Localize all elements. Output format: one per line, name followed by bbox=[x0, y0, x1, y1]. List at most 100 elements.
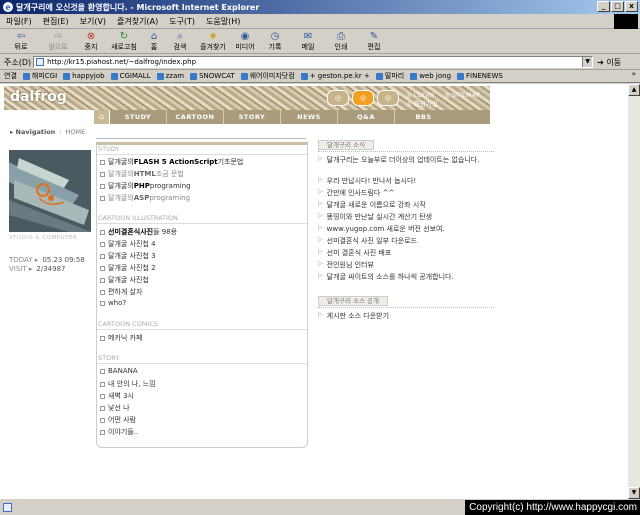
list-item[interactable]: 달개굴 사진첩 4 bbox=[100, 239, 156, 249]
link-item[interactable]: happyjob bbox=[63, 72, 105, 80]
link-item[interactable]: 딸마리 bbox=[375, 71, 404, 81]
frog-icon[interactable]: ◎ bbox=[327, 90, 349, 106]
sitemap-link[interactable]: ◎ SITEMAP bbox=[444, 91, 480, 100]
news-item[interactable]: ▷ www.yugop.com 새로운 버전 선보여. bbox=[318, 224, 494, 234]
fish-photo bbox=[9, 150, 91, 232]
history-icon: ◷ bbox=[270, 31, 280, 42]
link-item[interactable]: SNOWCAT bbox=[190, 72, 235, 80]
list-item[interactable]: 달개굴 사진첩 bbox=[100, 275, 149, 285]
join-link[interactable]: ◎ 회원가입 bbox=[406, 100, 438, 109]
login-link[interactable]: ◎ LOGIN bbox=[406, 91, 434, 100]
menu-favorites[interactable]: 즐겨찾기(A) bbox=[117, 16, 158, 27]
link-icon bbox=[22, 72, 30, 80]
link-item[interactable]: web jong bbox=[410, 72, 451, 80]
list-item[interactable]: 달개굴의 HTML 조금 문법 bbox=[100, 169, 184, 179]
news-item[interactable]: ▷ 선미 결혼식 사진 배포 bbox=[318, 248, 494, 258]
list-item[interactable]: 편하게 살자 bbox=[100, 287, 142, 297]
menu-tools[interactable]: 도구(T) bbox=[169, 16, 195, 27]
news-item[interactable]: ▷ 똥띵이와 만난날 실시간 계산기 탄생 bbox=[318, 212, 494, 222]
link-item[interactable]: + geston.pe.kr + bbox=[300, 72, 370, 80]
favorites-button[interactable]: ★ 즐겨찾기 bbox=[196, 29, 230, 53]
media-button[interactable]: ◉ 미디어 bbox=[230, 29, 260, 53]
bullet-box bbox=[100, 368, 105, 374]
go-label: 이동 bbox=[606, 57, 622, 67]
bullet-icon: ▷ bbox=[318, 155, 323, 162]
scroll-down-icon[interactable]: ▼ bbox=[628, 487, 640, 499]
site-nav: ⌂ STUDY CARTOON STORY NEWS Q&A BBS bbox=[94, 110, 490, 124]
forward-button[interactable]: ⇨ 앞으로 bbox=[38, 29, 78, 53]
list-item[interactable]: BANANA bbox=[100, 367, 138, 375]
entry-bold: 선미결혼식사진 bbox=[108, 228, 154, 236]
source-item[interactable]: ▷ 게시판 소스 다운받기 bbox=[318, 311, 494, 321]
menu-help[interactable]: 도움말(H) bbox=[206, 16, 240, 27]
frog-icon[interactable]: ◎ bbox=[352, 90, 374, 106]
nav-cartoon[interactable]: CARTOON bbox=[167, 110, 224, 124]
bullet-icon: ▷ bbox=[318, 311, 323, 318]
site-logo[interactable]: dalfrog bbox=[10, 89, 67, 105]
login-label: LOGIN bbox=[413, 91, 435, 99]
entry-text: who? bbox=[108, 299, 127, 307]
close-button[interactable]: x bbox=[625, 1, 638, 12]
list-item[interactable]: 달개굴의 FLASH 5 ActionScript 기초문법 bbox=[100, 157, 243, 167]
nav-qa[interactable]: Q&A bbox=[338, 110, 395, 124]
nav-story[interactable]: STORY bbox=[224, 110, 281, 124]
list-item[interactable]: 달개굴의 ASP programing bbox=[100, 193, 190, 203]
vertical-scrollbar[interactable]: ▲ ▼ bbox=[628, 84, 640, 499]
news-item[interactable]: ▷ 달개구리는 오늘부로 더이상의 업데이트는 없습니다. bbox=[318, 155, 494, 165]
news-item[interactable]: ▷ 전인원님 인터뷰 bbox=[318, 260, 494, 270]
frog-icon[interactable]: ◎ bbox=[377, 90, 399, 106]
entry-text: 달개굴 사진첩 bbox=[108, 276, 149, 284]
history-button[interactable]: ◷ 기록 bbox=[260, 29, 290, 53]
menu-edit[interactable]: 편집(E) bbox=[43, 16, 69, 27]
news-item[interactable]: ▷ 달개굴 새로운 이름으로 강좌 시작 bbox=[318, 200, 494, 210]
entry-text: 달개굴의 bbox=[108, 182, 134, 190]
bullet-box bbox=[100, 289, 105, 295]
list-item[interactable]: 낯선 나 bbox=[100, 403, 130, 413]
search-button[interactable]: ⌕ 검색 bbox=[164, 29, 196, 53]
list-item[interactable]: who? bbox=[100, 299, 126, 307]
menu-file[interactable]: 파일(F) bbox=[6, 16, 32, 27]
print-button[interactable]: ⎙ 인쇄 bbox=[326, 29, 356, 53]
list-item[interactable]: 달개굴 사진첩 3 bbox=[100, 251, 156, 261]
list-item[interactable]: 선미결혼식사진 들 98용 bbox=[100, 227, 177, 237]
nav-study[interactable]: STUDY bbox=[110, 110, 167, 124]
minimize-button[interactable]: _ bbox=[597, 1, 610, 12]
nav-bbs[interactable]: BBS bbox=[395, 110, 452, 124]
breadcrumb-current: HOME bbox=[65, 128, 86, 136]
list-item[interactable]: 달개굴의 PHP programing bbox=[100, 181, 191, 191]
bullet-icon: ▷ bbox=[318, 176, 323, 183]
link-item[interactable]: 웨어이미지닷컴 bbox=[240, 71, 295, 81]
back-button[interactable]: ⇦ 뒤로 bbox=[4, 29, 38, 53]
news-item[interactable]: ▷ 간만에 인사드림다 ^^ bbox=[318, 188, 494, 198]
list-item[interactable]: 달개굴 사진첩 2 bbox=[100, 263, 156, 273]
refresh-button[interactable]: ↻ 새로고침 bbox=[104, 29, 144, 53]
news-item[interactable]: ▷ 달개굴 싸이트의 소스를 하나씩 공개합니다. bbox=[318, 272, 494, 282]
maximize-button[interactable]: □ bbox=[611, 1, 624, 12]
menu-view[interactable]: 보기(V) bbox=[80, 16, 106, 27]
link-item[interactable]: 해피CGI bbox=[22, 71, 57, 81]
entry-text: 달개굴의 bbox=[108, 194, 134, 202]
address-input[interactable]: http://kr15.piahost.net/~dalfrog/index.p… bbox=[33, 56, 594, 68]
go-button[interactable]: ➜ 이동 bbox=[597, 57, 621, 68]
edit-button[interactable]: ✎ 편집 bbox=[356, 29, 392, 53]
stop-button[interactable]: ⊗ 중지 bbox=[78, 29, 104, 53]
section-divider bbox=[97, 329, 307, 330]
nav-news[interactable]: NEWS bbox=[281, 110, 338, 124]
mail-button[interactable]: ✉ 메일 bbox=[290, 29, 326, 53]
link-item[interactable]: FINENEWS bbox=[457, 72, 503, 80]
home-icon[interactable]: ⌂ bbox=[94, 110, 110, 124]
home-button[interactable]: ⌂ 홈 bbox=[144, 29, 164, 53]
list-item[interactable]: 이야기들.. bbox=[100, 427, 138, 437]
link-item[interactable]: zzam bbox=[156, 72, 184, 80]
news-item[interactable]: ▷ 우리 만납시다! 만나서 놉시다! bbox=[318, 176, 494, 186]
chevron-down-icon[interactable]: ▼ bbox=[582, 57, 593, 67]
list-item[interactable]: 새벽 3시 bbox=[100, 391, 134, 401]
list-item[interactable]: 메카닉 카페 bbox=[100, 333, 142, 343]
link-item[interactable]: CGIMALL bbox=[110, 72, 151, 80]
list-item[interactable]: 내 안의 나, 느낌 bbox=[100, 379, 156, 389]
news-item[interactable]: ▷ 선미결혼식 사진 일부 다운로드 bbox=[318, 236, 494, 246]
scroll-up-icon[interactable]: ▲ bbox=[628, 84, 640, 96]
links-more-button[interactable]: » bbox=[632, 70, 636, 78]
list-item[interactable]: 어떤 사람 bbox=[100, 415, 136, 425]
stat-key: TODAY ▸ bbox=[9, 256, 39, 264]
